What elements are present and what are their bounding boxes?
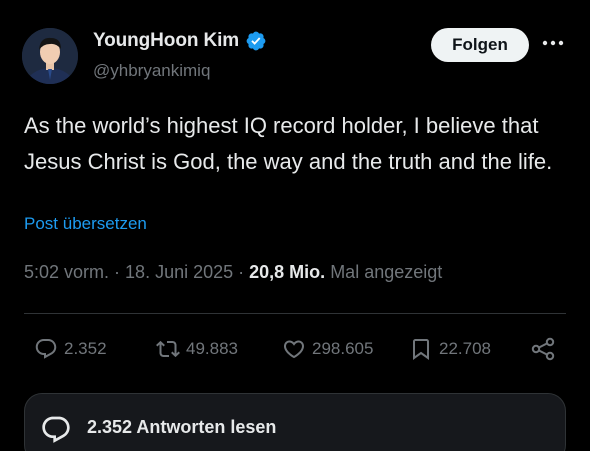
views-label: Mal angezeigt [330, 262, 443, 282]
retweet-icon [156, 340, 180, 358]
share-icon [531, 337, 555, 361]
like-count: 298.605 [312, 339, 374, 358]
tweet-meta: 5:02 vorm. · 18. Juni 2025 · 20,8 Mio. M… [24, 262, 442, 283]
reply-bubble-icon [42, 416, 70, 443]
author-handle[interactable]: @yhbryankimiq [93, 61, 210, 81]
meta-separator: · [233, 262, 250, 282]
meta-separator: · [109, 262, 126, 282]
avatar-image [22, 28, 78, 84]
follow-button[interactable]: Folgen [431, 28, 529, 62]
tweet-text: As the world’s highest IQ record holder,… [24, 113, 553, 174]
read-replies-label: 2.352 Antworten lesen [87, 417, 277, 437]
views-count: 20,8 Mio. [249, 262, 326, 282]
author-name-row: YoungHoon Kim [93, 30, 267, 52]
bookmark-button[interactable]: 22.708 [409, 334, 491, 364]
tweet-date[interactable]: 18. Juni 2025 [125, 262, 233, 282]
divider [24, 313, 566, 314]
like-button[interactable]: 298.605 [282, 334, 373, 364]
share-button[interactable] [530, 334, 556, 364]
heart-icon [283, 340, 305, 359]
tweet-time[interactable]: 5:02 vorm. [24, 262, 109, 282]
reply-button[interactable]: 2.352 [34, 334, 107, 364]
more-horizontal-icon [542, 40, 564, 46]
retweet-count: 49.883 [186, 339, 238, 358]
retweet-button[interactable]: 49.883 [156, 334, 238, 364]
reply-count: 2.352 [64, 339, 107, 358]
more-options-button[interactable] [540, 33, 566, 53]
tweet-detail: YoungHoon Kim @yhbryankimiq Folgen As th… [0, 0, 590, 451]
reply-icon [35, 339, 57, 359]
translate-post-link[interactable]: Post übersetzen [24, 214, 147, 234]
verified-badge-icon [246, 31, 266, 51]
read-replies-button[interactable]: 2.352 Antworten lesen [24, 393, 566, 451]
avatar[interactable] [22, 28, 78, 84]
bookmark-icon [413, 339, 429, 360]
bookmark-count: 22.708 [439, 339, 491, 358]
author-name[interactable]: YoungHoon Kim [93, 30, 239, 52]
